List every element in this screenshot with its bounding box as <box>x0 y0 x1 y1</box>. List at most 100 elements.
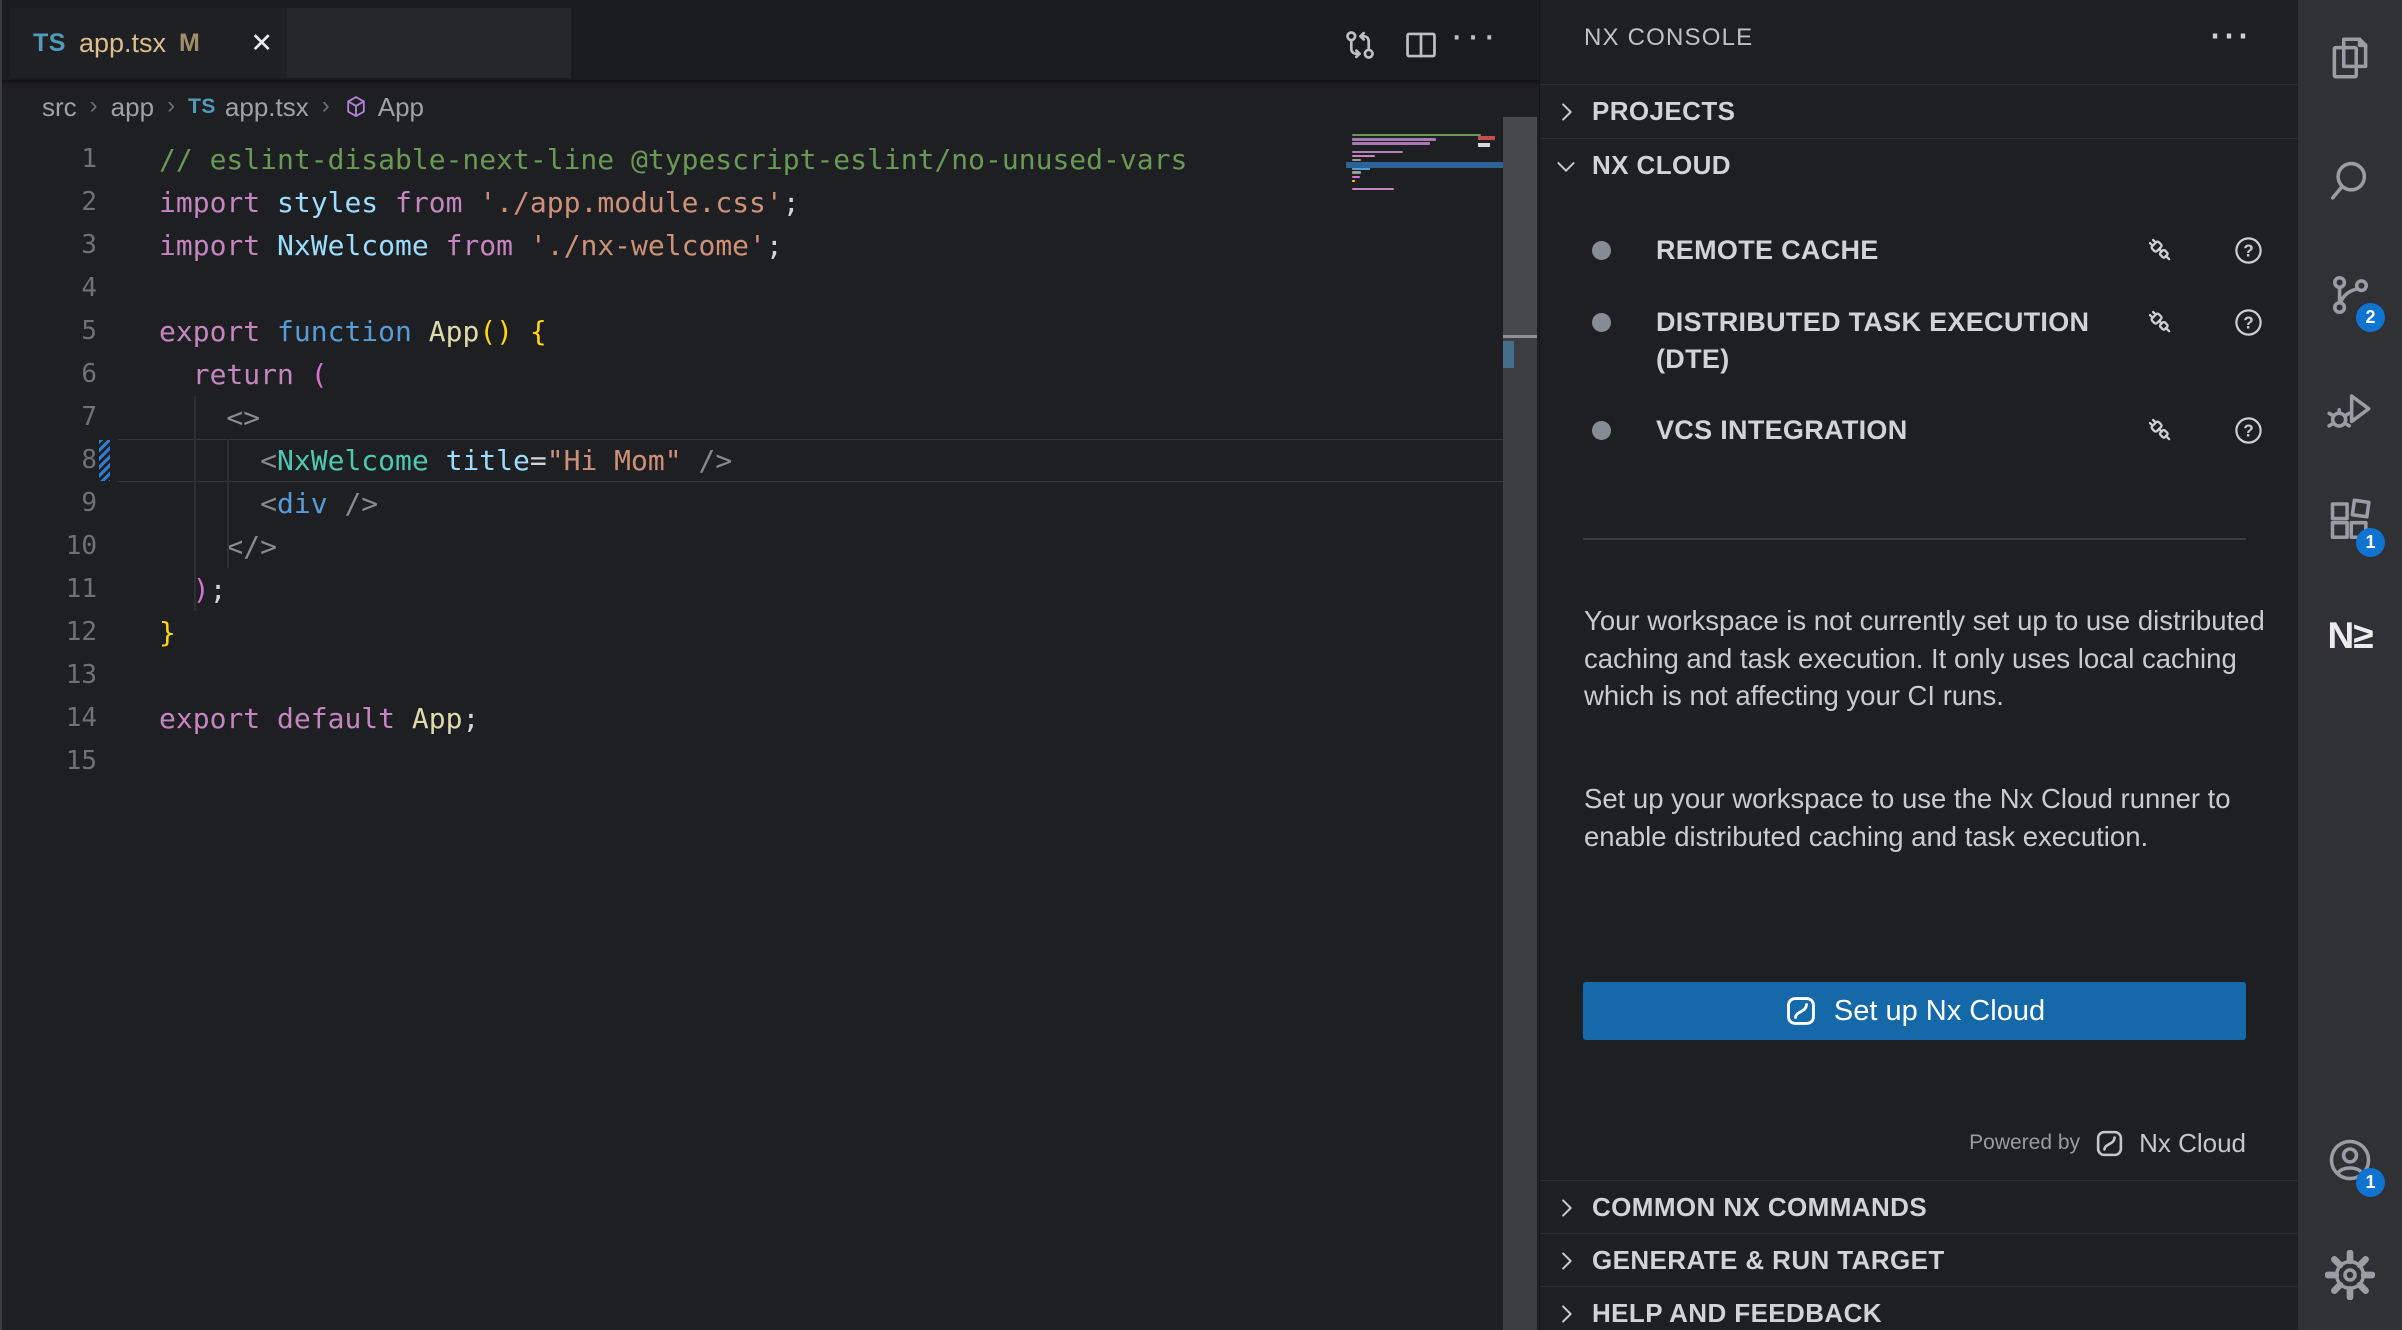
panel-more-actions-icon[interactable]: ⋯ <box>2208 10 2252 59</box>
minimap-line <box>1352 180 1355 182</box>
code-token <box>159 444 260 477</box>
breadcrumb-label: src <box>42 92 77 123</box>
activity-item-accounts[interactable]: 1 <box>2318 1128 2382 1192</box>
code-line[interactable]: 11 ); <box>0 568 1503 611</box>
nx-cloud-item-remote: REMOTE CACHE? <box>1584 228 2260 276</box>
connect-plug-icon[interactable] <box>2144 234 2177 267</box>
code-token: div <box>277 487 328 520</box>
nx-cloud-item-vcs: VCS INTEGRATION? <box>1584 408 2260 456</box>
line-number: 9 <box>0 482 97 525</box>
line-number: 3 <box>0 224 97 267</box>
code-token: ; <box>766 229 783 262</box>
powered-by: Powered by Nx Cloud <box>1969 1120 2246 1166</box>
help-icon[interactable]: ? <box>2232 234 2265 267</box>
split-editor-icon[interactable] <box>1402 26 1440 64</box>
line-number: 1 <box>0 138 97 181</box>
line-number: 6 <box>0 353 97 396</box>
activity-item-extensions[interactable]: 1 <box>2318 488 2382 552</box>
breadcrumb-separator: › <box>167 92 175 120</box>
breadcrumb-item-app[interactable]: app <box>111 92 154 123</box>
help-icon[interactable]: ? <box>2232 306 2265 339</box>
code-text: // eslint-disable-next-line @typescript-… <box>159 138 1187 181</box>
line-number: 13 <box>0 654 97 697</box>
section-label: HELP AND FEEDBACK <box>1592 1287 1882 1330</box>
code-token <box>159 487 260 520</box>
search-icon <box>2325 155 2375 205</box>
code-line[interactable]: 5export function App() { <box>0 310 1503 353</box>
connect-plug-icon[interactable] <box>2144 306 2177 339</box>
code-token: ) <box>159 573 210 606</box>
section-header-nx-cloud[interactable]: NX CLOUD <box>1540 138 2298 192</box>
workspace-status-text: Your workspace is not currently set up t… <box>1584 602 2266 715</box>
code-line[interactable]: 3 import NxWelcome from './nx-welcome'; <box>0 224 1503 267</box>
badge: 1 <box>2356 1168 2385 1197</box>
code-token: from <box>395 186 479 219</box>
code-line[interactable]: 8 <NxWelcome title="Hi Mom" /> <box>0 439 1503 482</box>
connect-plug-icon[interactable] <box>2144 414 2177 447</box>
code-line[interactable]: 10 </> <box>0 525 1503 568</box>
editor-scrollbar-thumb[interactable] <box>1503 117 1537 338</box>
modified-badge: M <box>179 29 200 58</box>
code-token: </> <box>159 530 277 563</box>
breadcrumb-item-apptsx[interactable]: TSapp.tsx <box>188 92 309 123</box>
code-line[interactable]: 6 return ( <box>0 353 1503 396</box>
section-header-generate-run-target[interactable]: GENERATE & RUN TARGET <box>1540 1233 2298 1287</box>
activity-item-run-and-debug[interactable] <box>2318 378 2382 442</box>
code-line[interactable]: 15 <box>0 740 1503 783</box>
code-token: ; <box>783 186 800 219</box>
tab-app-tsx[interactable]: TS app.tsx M ✕ <box>10 8 287 78</box>
breadcrumb-label: App <box>378 92 424 123</box>
code-token: /> <box>682 444 733 477</box>
code-text: export function App() { <box>159 310 547 353</box>
activity-item-source-control[interactable]: 2 <box>2318 263 2382 327</box>
minimap-line <box>1352 171 1361 173</box>
activity-item-explorer[interactable] <box>2318 26 2382 90</box>
window-edge <box>0 0 2 1330</box>
code-line[interactable]: 9 <div /> <box>0 482 1503 525</box>
section-header-help-and-feedback[interactable]: HELP AND FEEDBACK <box>1540 1286 2298 1330</box>
nx-cloud-icon <box>1784 994 1818 1028</box>
nx-cloud-brand-label: Nx Cloud <box>2139 1128 2246 1159</box>
code-text: return ( <box>159 353 328 396</box>
tab-bar-highlight <box>287 8 571 78</box>
activity-item-search[interactable] <box>2318 148 2382 212</box>
code-token: < <box>260 487 277 520</box>
code-token: App <box>412 702 463 735</box>
activity-item-nx-console[interactable]: N≥ <box>2318 604 2382 668</box>
section-header-projects[interactable]: PROJECTS <box>1540 84 2298 138</box>
nx-logo: N≥ <box>2327 615 2372 657</box>
code-text: export default App; <box>159 697 479 740</box>
code-line[interactable]: 4 <box>0 267 1503 310</box>
code-token: ; <box>462 702 479 735</box>
minimap-line <box>1352 176 1360 178</box>
section-header-common-nx-commands[interactable]: COMMON NX COMMANDS <box>1540 1180 2298 1234</box>
breadcrumb-item-src[interactable]: src <box>42 92 77 123</box>
panel-title: NX CONSOLE <box>1584 24 1753 52</box>
help-icon[interactable]: ? <box>2232 414 2265 447</box>
code-line[interactable]: 14export default App; <box>0 697 1503 740</box>
breadcrumb-item-app[interactable]: App <box>343 92 424 123</box>
breadcrumb-separator: › <box>90 92 98 120</box>
code-line[interactable]: 7 <> <box>0 396 1503 439</box>
code-token: NxWelcome <box>277 229 446 262</box>
code-text: import NxWelcome from './nx-welcome'; <box>159 224 783 267</box>
code-text: ); <box>159 568 226 611</box>
minimap-line <box>1352 138 1436 140</box>
code-line[interactable]: 2import styles from './app.module.css'; <box>0 181 1503 224</box>
source-control-sync-icon[interactable] <box>1341 26 1379 64</box>
gutter-modified-marker <box>99 440 110 481</box>
minimap-line <box>1352 142 1430 144</box>
close-tab-icon[interactable]: ✕ <box>250 28 273 59</box>
typescript-file-icon: TS <box>188 95 216 119</box>
code-line[interactable]: 1 // eslint-disable-next-line @typescript… <box>0 138 1503 181</box>
activity-item-settings[interactable] <box>2318 1243 2382 1307</box>
code-line[interactable]: 12} <box>0 611 1503 654</box>
setup-nx-cloud-button[interactable]: Set up Nx Cloud <box>1583 982 2246 1040</box>
code-line[interactable]: 13 <box>0 654 1503 697</box>
code-token: App <box>429 315 480 348</box>
line-number: 10 <box>0 525 97 568</box>
minimap-line <box>1352 159 1361 161</box>
indent-guide <box>194 396 196 611</box>
editor-more-actions-icon[interactable]: ··· <box>1450 13 1499 58</box>
badge: 2 <box>2356 303 2385 332</box>
